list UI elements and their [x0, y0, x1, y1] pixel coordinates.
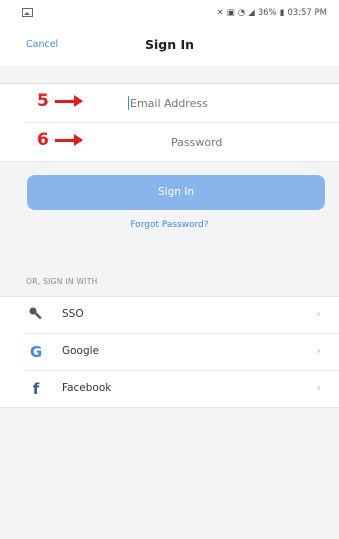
annotation-number: 5: [37, 91, 49, 111]
sign-in-button[interactable]: Sign In: [27, 175, 325, 210]
email-row: 5: [0, 84, 339, 122]
chevron-right-icon: ›: [316, 381, 321, 394]
key-icon: [28, 306, 44, 324]
facebook-option[interactable]: f Facebook ›: [26, 370, 339, 407]
email-field[interactable]: [130, 93, 320, 113]
battery-icon: ▮: [279, 8, 285, 18]
vibrate-icon: ▣: [226, 8, 235, 18]
status-indicators: ✕ ▣ ◔ ◢ 36% ▮ 03:57 PM: [217, 8, 327, 18]
or-sign-in-with-label: OR, SIGN IN WITH: [26, 277, 98, 286]
signal-icon: ◢: [248, 8, 255, 18]
password-row: 6: [26, 122, 339, 161]
sso-option[interactable]: SSO ›: [0, 297, 339, 333]
right-arrow-icon: [54, 133, 83, 146]
facebook-icon: f: [32, 380, 40, 398]
provider-label: SSO: [62, 308, 84, 320]
chevron-right-icon: ›: [316, 344, 321, 357]
battery-percent: 36%: [257, 8, 277, 18]
google-option[interactable]: G Google ›: [26, 333, 339, 370]
mute-icon: ✕: [216, 8, 224, 18]
provider-label: Google: [62, 345, 100, 357]
annotation-step-5: 5: [37, 91, 83, 111]
right-arrow-icon: [54, 94, 83, 107]
clock: 03:57 PM: [287, 8, 327, 18]
gallery-notification-icon: [22, 8, 33, 20]
wifi-icon: ◔: [237, 8, 246, 18]
annotation-step-6: 6: [37, 130, 83, 150]
password-field[interactable]: [171, 132, 339, 152]
status-bar: ✕ ▣ ◔ ◢ 36% ▮ 03:57 PM: [0, 0, 339, 26]
provider-list: SSO › G Google › f Facebook ›: [0, 296, 339, 408]
provider-label: Facebook: [62, 382, 112, 394]
forgot-password-link[interactable]: Forgot Password?: [0, 220, 339, 230]
nav-bar: Cancel Sign In: [0, 26, 339, 66]
google-icon: G: [29, 343, 43, 361]
text-cursor: [128, 96, 129, 110]
page-title: Sign In: [144, 37, 195, 52]
annotation-number: 6: [37, 130, 49, 150]
chevron-right-icon: ›: [316, 307, 321, 320]
credentials-form: 5 6: [0, 83, 339, 162]
